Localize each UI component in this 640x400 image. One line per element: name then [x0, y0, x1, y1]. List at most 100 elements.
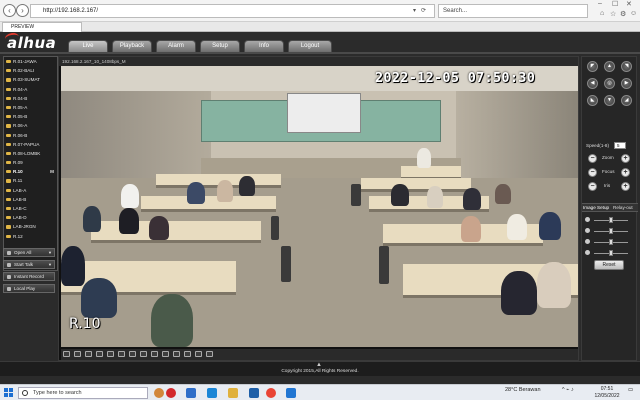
window-16-icon[interactable]: [96, 351, 103, 357]
reset-button[interactable]: Reset: [594, 260, 624, 270]
hue-slider[interactable]: [585, 250, 635, 256]
mail-icon[interactable]: [249, 388, 259, 398]
edge-icon[interactable]: [207, 388, 217, 398]
channel-item[interactable]: LAB-A: [4, 186, 57, 195]
audio-icon[interactable]: [195, 351, 202, 357]
brightness-slider[interactable]: [585, 217, 635, 223]
tab-playback[interactable]: Playback: [112, 40, 152, 52]
ptz-down-button[interactable]: ▼: [604, 95, 615, 106]
tab-logout[interactable]: Logout: [288, 40, 332, 52]
local-play-button[interactable]: Local Play: [3, 284, 55, 293]
speed-select[interactable]: 5: [614, 142, 626, 149]
collapse-icon[interactable]: ▲: [316, 362, 322, 368]
snapshot-icon[interactable]: [173, 351, 180, 357]
saturation-slider[interactable]: [585, 239, 635, 245]
contrast-slider[interactable]: [585, 228, 635, 234]
windows-start-icon[interactable]: [4, 388, 13, 397]
file-explorer-icon[interactable]: [228, 388, 238, 398]
channel-item[interactable]: LAB-C: [4, 204, 57, 213]
tab-relay-out[interactable]: Relay-out: [613, 205, 633, 210]
aspect-ratio-icon[interactable]: [140, 351, 147, 357]
channel-item[interactable]: R.06-B: [4, 131, 57, 140]
start-talk-button[interactable]: Start Talk ▼: [3, 260, 55, 269]
slider-knob[interactable]: [609, 228, 613, 234]
slider-knob[interactable]: [609, 250, 613, 256]
channel-item[interactable]: R.12: [4, 232, 57, 241]
ptz-up-button[interactable]: ▲: [604, 61, 615, 72]
tab-live[interactable]: Live: [68, 40, 108, 52]
ptz-up-left-button[interactable]: ◤: [587, 61, 598, 72]
weather-widget[interactable]: 28°C Berawan: [505, 387, 541, 393]
channel-item[interactable]: R.04-A: [4, 85, 57, 94]
tab-setup[interactable]: Setup: [200, 40, 240, 52]
ptz-right-button[interactable]: ▶: [621, 78, 632, 89]
fullscreen-icon[interactable]: [129, 351, 136, 357]
home-icon[interactable]: ⌂: [600, 10, 604, 17]
channel-item[interactable]: R.01-JAWA: [4, 57, 57, 66]
channel-item[interactable]: R.09: [4, 158, 57, 167]
notification-icon[interactable]: ▭: [628, 387, 633, 393]
iris-open-button[interactable]: +: [621, 182, 630, 191]
slider-knob[interactable]: [609, 239, 613, 245]
ptz-down-right-button[interactable]: ◢: [621, 95, 632, 106]
app-icon-red[interactable]: [166, 388, 176, 398]
channel-item[interactable]: R.03-SUMAT: [4, 75, 57, 84]
zoom-in-button[interactable]: +: [621, 154, 630, 163]
taskbar-search-input[interactable]: Type here to search: [18, 387, 148, 399]
chevron-down-icon[interactable]: ▼: [48, 249, 52, 257]
task-view-icon[interactable]: [186, 388, 196, 398]
slider-knob[interactable]: [609, 217, 613, 223]
address-bar[interactable]: http://192.168.2.167/ ⟳ ▾: [30, 4, 435, 18]
ptz-center-button[interactable]: ◎: [604, 78, 615, 89]
channel-item[interactable]: LAB-D: [4, 213, 57, 222]
tray-icons[interactable]: ^ ⌁ ♪: [562, 387, 574, 393]
window-4-icon[interactable]: [74, 351, 81, 357]
internet-explorer-icon[interactable]: [286, 388, 296, 398]
record-icon[interactable]: [184, 351, 191, 357]
channel-item[interactable]: R.07-PAPUA: [4, 140, 57, 149]
channel-item[interactable]: R.06-A: [4, 121, 57, 130]
channel-item[interactable]: LAB-JRGN: [4, 222, 57, 231]
chrome-icon[interactable]: [266, 388, 276, 398]
channel-item[interactable]: R.08-LOMBK: [4, 149, 57, 158]
browser-tab[interactable]: PREVIEW: [2, 22, 82, 32]
tab-info[interactable]: Info: [244, 40, 284, 52]
cortana-icon[interactable]: [154, 388, 164, 398]
zoom-icon[interactable]: [162, 351, 169, 357]
ptz-left-button[interactable]: ◀: [587, 78, 598, 89]
minimize-icon[interactable]: –: [598, 0, 602, 7]
browser-search-input[interactable]: Search...: [438, 4, 588, 18]
window-25-icon[interactable]: [107, 351, 114, 357]
refresh-icon[interactable]: ⟳: [421, 5, 426, 17]
zoom-out-button[interactable]: −: [588, 154, 597, 163]
close-icon[interactable]: ✕: [626, 0, 632, 8]
channel-item[interactable]: R.05-B: [4, 112, 57, 121]
focus-in-button[interactable]: +: [621, 168, 630, 177]
favorites-icon[interactable]: ☆: [610, 10, 616, 18]
window-36-icon[interactable]: [118, 351, 125, 357]
close-video-icon[interactable]: [206, 351, 213, 357]
ptz-up-right-button[interactable]: ◥: [621, 61, 632, 72]
ptz-down-left-button[interactable]: ◣: [587, 95, 598, 106]
system-clock[interactable]: 07:51 12/05/2022: [592, 386, 622, 399]
feedback-icon[interactable]: ☺: [630, 10, 637, 17]
channel-item[interactable]: LAB-B: [4, 195, 57, 204]
channel-item[interactable]: R.11: [4, 176, 57, 185]
focus-out-button[interactable]: −: [588, 168, 597, 177]
maximize-icon[interactable]: ☐: [612, 0, 618, 8]
fluency-icon[interactable]: [151, 351, 158, 357]
chevron-down-icon[interactable]: ▼: [48, 261, 52, 269]
channel-item[interactable]: R.05-A: [4, 103, 57, 112]
tab-alarm[interactable]: Alarm: [156, 40, 196, 52]
tab-image-setup[interactable]: Image Setup: [583, 205, 609, 210]
channel-item-selected[interactable]: R.10 M: [4, 167, 57, 176]
window-9-icon[interactable]: [85, 351, 92, 357]
camera-feed[interactable]: 2022-12-05 07:50:30 R.10: [61, 66, 578, 347]
channel-item[interactable]: R.02-BALI: [4, 66, 57, 75]
open-all-button[interactable]: Open All ▼: [3, 248, 55, 257]
back-icon[interactable]: ‹: [3, 4, 16, 17]
instant-record-button[interactable]: Instant Record: [3, 272, 55, 281]
window-1-icon[interactable]: [63, 351, 70, 357]
settings-icon[interactable]: ⚙: [620, 10, 626, 18]
channel-item[interactable]: R.04-B: [4, 94, 57, 103]
